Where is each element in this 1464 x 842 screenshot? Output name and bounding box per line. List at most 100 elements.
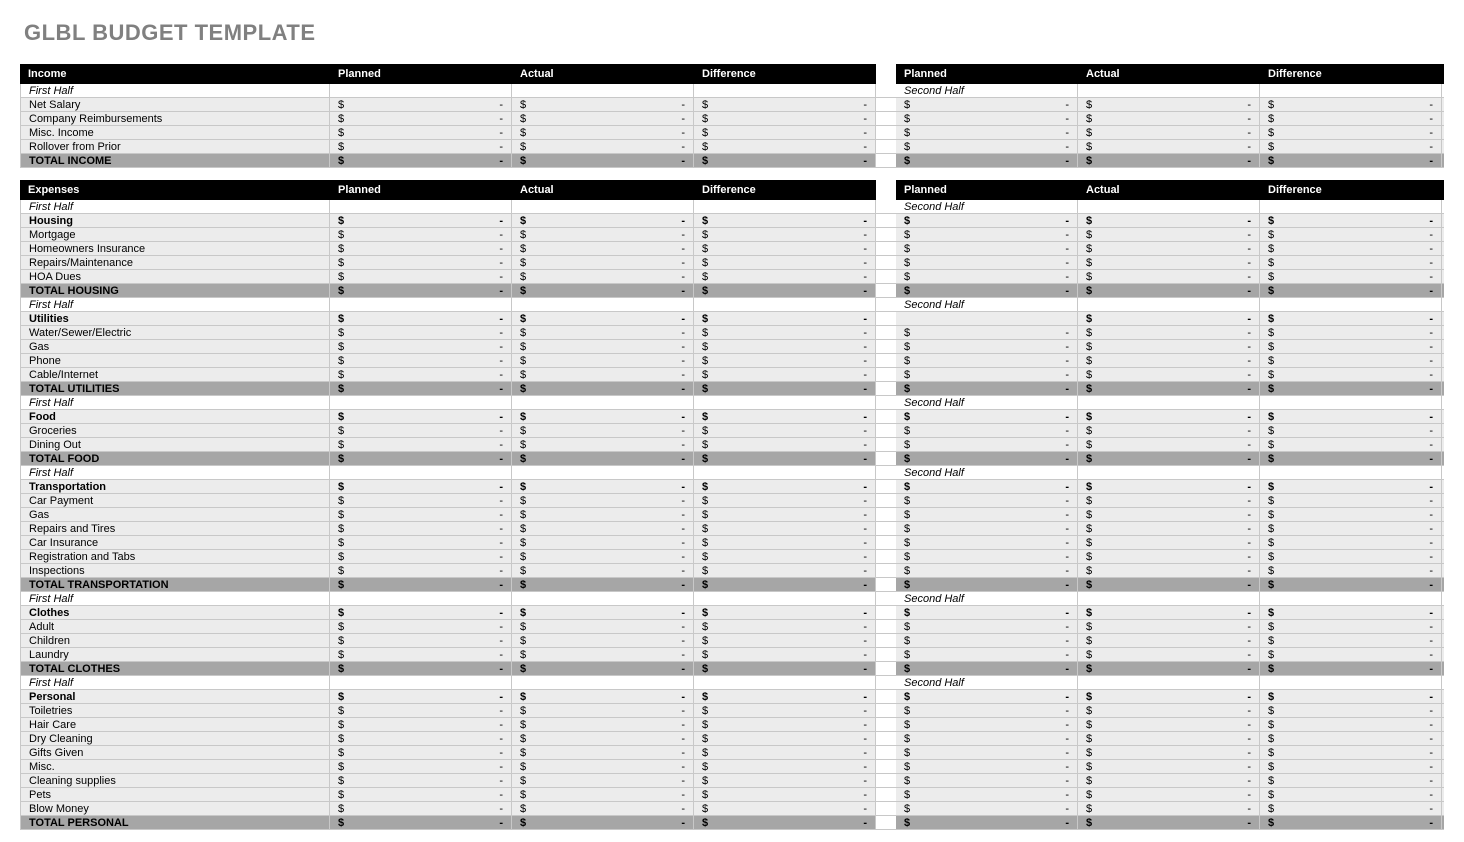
money-cell[interactable]: $-	[330, 256, 512, 269]
money-cell[interactable]: $-	[512, 256, 694, 269]
money-cell[interactable]: $-	[1260, 760, 1442, 773]
money-cell[interactable]: $-	[694, 788, 876, 801]
money-cell[interactable]: $-	[512, 228, 694, 241]
money-cell[interactable]: $-	[1260, 606, 1442, 619]
money-cell[interactable]: $-	[330, 126, 512, 139]
money-cell[interactable]: $-	[896, 270, 1078, 283]
money-cell[interactable]: $-	[330, 154, 512, 167]
money-cell[interactable]: $-	[1078, 438, 1260, 451]
money-cell[interactable]: $-	[512, 578, 694, 591]
money-cell[interactable]: $-	[1260, 424, 1442, 437]
money-cell[interactable]: $-	[694, 704, 876, 717]
money-cell[interactable]: $-	[330, 368, 512, 381]
money-cell[interactable]: $-	[330, 816, 512, 829]
money-cell[interactable]: $-	[512, 382, 694, 395]
money-cell[interactable]: $-	[512, 690, 694, 703]
money-cell[interactable]: $-	[512, 508, 694, 521]
money-cell[interactable]: $-	[896, 214, 1078, 227]
money-cell[interactable]: $-	[1260, 140, 1442, 153]
money-cell[interactable]: $-	[1260, 802, 1442, 815]
money-cell[interactable]: $-	[1260, 98, 1442, 111]
money-cell[interactable]: $-	[1260, 354, 1442, 367]
money-cell[interactable]: $-	[694, 368, 876, 381]
money-cell[interactable]: $-	[330, 634, 512, 647]
money-cell[interactable]: $-	[512, 704, 694, 717]
money-cell[interactable]: $-	[694, 98, 876, 111]
money-cell[interactable]: $-	[694, 154, 876, 167]
money-cell[interactable]: $-	[694, 648, 876, 661]
money-cell[interactable]: $-	[512, 284, 694, 297]
money-cell[interactable]: $-	[896, 704, 1078, 717]
money-cell[interactable]: $-	[694, 228, 876, 241]
money-cell[interactable]: $-	[694, 424, 876, 437]
money-cell[interactable]: $-	[896, 354, 1078, 367]
money-cell[interactable]: $-	[1260, 662, 1442, 675]
money-cell[interactable]: $-	[512, 480, 694, 493]
money-cell[interactable]: $-	[896, 340, 1078, 353]
money-cell[interactable]: $-	[896, 326, 1078, 339]
money-cell[interactable]: $-	[1260, 154, 1442, 167]
money-cell[interactable]: $-	[1260, 746, 1442, 759]
money-cell[interactable]: $-	[694, 340, 876, 353]
money-cell[interactable]: $-	[1078, 802, 1260, 815]
money-cell[interactable]: $-	[1078, 382, 1260, 395]
money-cell[interactable]: $-	[512, 606, 694, 619]
money-cell[interactable]: $-	[512, 98, 694, 111]
money-cell[interactable]: $-	[1078, 326, 1260, 339]
money-cell[interactable]: $-	[694, 606, 876, 619]
money-cell[interactable]: $-	[1260, 536, 1442, 549]
money-cell[interactable]: $-	[512, 214, 694, 227]
money-cell[interactable]: $-	[1078, 606, 1260, 619]
money-cell[interactable]: $-	[1260, 452, 1442, 465]
money-cell[interactable]: $-	[694, 746, 876, 759]
money-cell[interactable]: $-	[694, 620, 876, 633]
money-cell[interactable]: $-	[1260, 774, 1442, 787]
money-cell[interactable]: $-	[1078, 550, 1260, 563]
money-cell[interactable]: $-	[512, 718, 694, 731]
money-cell[interactable]: $-	[512, 816, 694, 829]
money-cell[interactable]: $-	[1078, 760, 1260, 773]
money-cell[interactable]: $-	[694, 140, 876, 153]
money-cell[interactable]: $-	[1078, 368, 1260, 381]
money-cell[interactable]: $-	[896, 620, 1078, 633]
money-cell[interactable]: $-	[896, 480, 1078, 493]
money-cell[interactable]: $-	[694, 242, 876, 255]
money-cell[interactable]: $-	[512, 494, 694, 507]
money-cell[interactable]: $-	[330, 326, 512, 339]
money-cell[interactable]: $-	[694, 270, 876, 283]
money-cell[interactable]: $-	[694, 718, 876, 731]
money-cell[interactable]: $-	[694, 816, 876, 829]
money-cell[interactable]: $-	[512, 634, 694, 647]
money-cell[interactable]: $-	[330, 452, 512, 465]
money-cell[interactable]: $-	[1260, 564, 1442, 577]
money-cell[interactable]: $-	[512, 550, 694, 563]
money-cell[interactable]: $-	[896, 368, 1078, 381]
money-cell[interactable]: $-	[896, 98, 1078, 111]
money-cell[interactable]: $-	[694, 564, 876, 577]
money-cell[interactable]: $-	[896, 154, 1078, 167]
money-cell[interactable]: $-	[330, 690, 512, 703]
money-cell[interactable]: $-	[896, 648, 1078, 661]
money-cell[interactable]: $-	[896, 424, 1078, 437]
money-cell[interactable]: $-	[1078, 256, 1260, 269]
money-cell[interactable]: $-	[1078, 140, 1260, 153]
money-cell[interactable]: $-	[330, 214, 512, 227]
money-cell[interactable]: $-	[694, 662, 876, 675]
money-cell[interactable]: $-	[330, 704, 512, 717]
money-cell[interactable]: $-	[330, 578, 512, 591]
money-cell[interactable]: $-	[1260, 410, 1442, 423]
money-cell[interactable]: $-	[694, 284, 876, 297]
money-cell[interactable]: $-	[1260, 312, 1442, 325]
money-cell[interactable]: $-	[330, 648, 512, 661]
money-cell[interactable]: $-	[512, 732, 694, 745]
money-cell[interactable]: $-	[512, 270, 694, 283]
money-cell[interactable]: $-	[694, 578, 876, 591]
money-cell[interactable]: $-	[1078, 424, 1260, 437]
money-cell[interactable]: $-	[512, 242, 694, 255]
money-cell[interactable]: $-	[896, 578, 1078, 591]
money-cell[interactable]: $-	[330, 312, 512, 325]
money-cell[interactable]: $-	[512, 648, 694, 661]
money-cell[interactable]: $-	[330, 732, 512, 745]
money-cell[interactable]: $-	[1078, 242, 1260, 255]
money-cell[interactable]: $-	[512, 522, 694, 535]
